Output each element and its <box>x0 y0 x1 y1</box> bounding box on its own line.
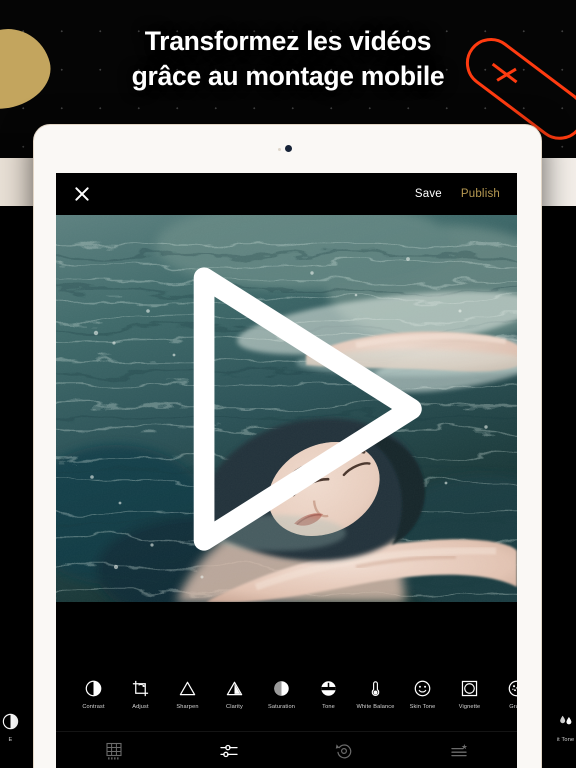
promo-screenshot: Transformez les vidéos grâce au montage … <box>0 0 576 768</box>
saturation-circle-icon <box>274 681 289 696</box>
tone-circle-icon <box>321 681 336 696</box>
tool-adjust-label: Adjust <box>132 704 149 710</box>
tool-partial-right: it Tone <box>542 712 576 743</box>
headline-line-1: Transformez les vidéos <box>144 26 432 56</box>
tool-skin-tone-label: Skin Tone <box>409 704 436 710</box>
tool-tone-label: Tone <box>322 704 335 710</box>
video-preview[interactable] <box>56 215 517 602</box>
front-camera-icon <box>284 145 292 152</box>
tool-saturation-label: Saturation <box>268 704 295 710</box>
tool-clarity-label: Clarity <box>226 704 243 710</box>
tool-partial-right-label: it Tone <box>556 737 575 743</box>
tool-vignette[interactable]: Vignette <box>446 679 493 710</box>
nav-library[interactable] <box>56 741 171 761</box>
background-left-toolbar: E <box>0 712 34 764</box>
tool-vignette-label: Vignette <box>458 704 481 710</box>
smiley-icon <box>414 680 431 697</box>
grain-icon <box>508 680 517 697</box>
background-tablet-left-screen: E <box>0 206 34 768</box>
tool-contrast[interactable]: Contrast <box>70 679 117 710</box>
background-tablet-right-screen: it Tone <box>540 206 576 768</box>
tool-partial-left-label: E <box>8 737 13 743</box>
tool-saturation[interactable]: Saturation <box>258 679 305 710</box>
tool-adjust[interactable]: Adjust <box>117 679 164 710</box>
promo-headline: Transformez les vidéos grâce au montage … <box>0 24 576 94</box>
background-right-nav <box>540 764 576 768</box>
tool-skin-tone[interactable]: Skin Tone <box>399 679 446 710</box>
nav-presets[interactable] <box>402 741 517 761</box>
tool-white-balance[interactable]: White Balance <box>352 679 399 710</box>
close-icon[interactable] <box>73 185 91 203</box>
grid-icon <box>106 742 122 759</box>
tablet-screen: Save Publish Contrast Adjust Sharpen Cla… <box>56 173 517 768</box>
publish-button[interactable]: Publish <box>461 188 500 200</box>
tool-contrast-label: Contrast <box>82 704 105 710</box>
tool-white-balance-label: White Balance <box>356 704 395 710</box>
nav-adjust[interactable] <box>171 741 286 761</box>
tablet-device: Save Publish Contrast Adjust Sharpen Cla… <box>33 124 542 768</box>
crop-rotate-icon <box>132 680 149 697</box>
triangle-split-icon <box>226 681 243 696</box>
tool-tone[interactable]: Tone <box>305 679 352 710</box>
tool-partial-left: E <box>0 712 34 743</box>
background-right-toolbar: it Tone <box>540 712 576 764</box>
tool-sharpen[interactable]: Sharpen <box>164 679 211 710</box>
tool-clarity[interactable]: Clarity <box>211 679 258 710</box>
history-icon <box>335 743 352 758</box>
nav-history[interactable] <box>287 741 402 761</box>
tool-sharpen-label: Sharpen <box>176 704 199 710</box>
sliders-icon <box>220 744 238 757</box>
triangle-outline-icon <box>179 681 196 696</box>
app-bar-actions: Save Publish <box>415 188 500 200</box>
background-left-nav <box>0 764 34 768</box>
tool-grain[interactable]: Grain <box>493 679 517 710</box>
tool-grain-label: Grain <box>509 704 517 710</box>
vignette-icon <box>461 680 478 697</box>
contrast-icon <box>85 680 102 697</box>
thermometer-icon <box>371 681 380 696</box>
play-icon[interactable] <box>56 215 517 602</box>
editor-app-bar: Save Publish <box>56 173 517 215</box>
save-button[interactable]: Save <box>415 188 442 200</box>
headline-line-2: grâce au montage mobile <box>131 60 445 91</box>
editor-bottom-nav <box>56 731 517 768</box>
edit-tools-toolbar: Contrast Adjust Sharpen Clarity Saturati… <box>56 679 517 731</box>
presets-icon <box>451 743 468 756</box>
